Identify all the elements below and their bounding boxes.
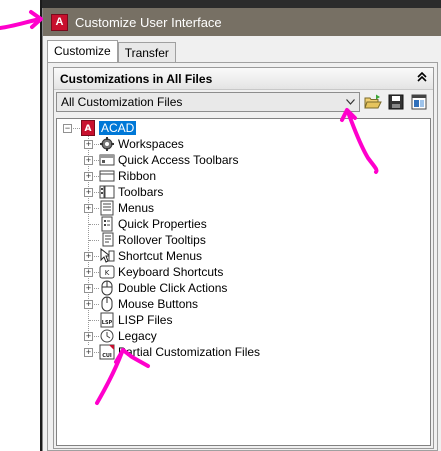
svg-text:A: A — [85, 124, 92, 134]
save-button[interactable] — [386, 92, 406, 112]
chevron-down-icon[interactable] — [346, 97, 355, 108]
keyboard-shortcuts-icon: K — [99, 264, 115, 280]
file-toolbar: All Customization Files — [54, 90, 433, 114]
tree-item-mouse-buttons[interactable]: Mouse Buttons — [99, 296, 198, 312]
tree-expander[interactable]: + — [84, 268, 93, 277]
quick-properties-icon — [99, 216, 115, 232]
title-bar[interactable]: A Customize User Interface — [43, 8, 441, 36]
ribbon-icon — [99, 168, 115, 184]
double-click-actions-icon — [99, 280, 115, 296]
tree-item-label: Partial Customization Files — [118, 345, 261, 359]
tree-item-label: Ribbon — [118, 169, 157, 183]
tree-item-label: Quick Access Toolbars — [118, 153, 239, 167]
tree-item-label: Shortcut Menus — [118, 249, 203, 263]
rollover-tooltips-icon — [99, 232, 115, 248]
svg-text:LSP: LSP — [102, 320, 113, 326]
tree-expander[interactable]: + — [84, 252, 93, 261]
open-folder-icon — [364, 94, 382, 109]
tree-item-quick-access-toolbars[interactable]: Quick Access Toolbars — [99, 152, 239, 168]
tab-strip: Customize Transfer — [43, 40, 441, 62]
shortcut-menus-icon — [99, 248, 115, 264]
tree-item-label: Workspaces — [118, 137, 184, 151]
lisp-files-icon: LSP — [99, 312, 115, 328]
tree-item-double-click-actions[interactable]: Double Click Actions — [99, 280, 227, 296]
tree-expander[interactable]: + — [84, 188, 93, 197]
customizations-group: Customizations in All Files All Customiz… — [53, 67, 434, 449]
autocad-app-icon: A — [51, 13, 68, 31]
background-edge — [0, 0, 42, 451]
menus-icon — [99, 200, 115, 216]
customize-user-interface-window: A Customize User Interface Customize Tra… — [42, 8, 441, 451]
tree-item-label: Rollover Tooltips — [118, 233, 206, 247]
tree-root-acad[interactable]: A ACAD — [80, 120, 137, 136]
partial-customization-files-icon: CUI — [99, 344, 115, 360]
tree-item-label: Keyboard Shortcuts — [118, 265, 224, 279]
mouse-buttons-icon — [99, 296, 115, 312]
tab-customize[interactable]: Customize — [47, 40, 118, 62]
tree-expander[interactable]: + — [84, 204, 93, 213]
quick-access-toolbars-icon — [99, 152, 115, 168]
collapse-icon[interactable] — [417, 71, 427, 85]
svg-text:CUI: CUI — [102, 353, 112, 359]
tree-root-label: ACAD — [99, 121, 137, 135]
dropdown-value: All Customization Files — [61, 95, 183, 109]
tree-item-partial-customization-files[interactable]: CUI Partial Customization Files — [99, 344, 260, 360]
customization-file-select[interactable]: All Customization Files — [56, 92, 360, 112]
tree-expander[interactable]: + — [84, 332, 93, 341]
tree-item-label: Mouse Buttons — [118, 297, 199, 311]
tree-item-quick-properties[interactable]: Quick Properties — [99, 216, 207, 232]
open-file-button[interactable] — [363, 92, 383, 112]
window-title: Customize User Interface — [75, 14, 222, 30]
tree-expander[interactable]: + — [84, 172, 93, 181]
tree-item-menus[interactable]: Menus — [99, 200, 154, 216]
tree-item-label: Menus — [118, 201, 155, 215]
tree-item-label: Toolbars — [118, 185, 164, 199]
tree-item-label: LISP Files — [118, 313, 173, 327]
root-expander[interactable]: − — [63, 124, 72, 133]
svg-text:K: K — [105, 269, 110, 277]
tree-expander[interactable]: + — [84, 300, 93, 309]
tree-expander[interactable]: + — [84, 284, 93, 293]
tab-transfer[interactable]: Transfer — [117, 42, 176, 62]
tree-item-lisp-files[interactable]: LSP LISP Files — [99, 312, 172, 328]
tree-item-label: Legacy — [118, 329, 157, 343]
tree-item-workspaces[interactable]: Workspaces — [99, 136, 184, 152]
preview-icon — [411, 94, 427, 110]
tree-item-keyboard-shortcuts[interactable]: K Keyboard Shortcuts — [99, 264, 223, 280]
save-icon — [388, 94, 404, 110]
tree-expander[interactable]: + — [84, 140, 93, 149]
acad-file-icon: A — [80, 120, 96, 136]
customize-tab-panel: Customizations in All Files All Customiz… — [47, 62, 438, 451]
workspaces-icon — [99, 136, 115, 152]
tree-item-label: Quick Properties — [118, 217, 207, 231]
tree-item-toolbars[interactable]: Toolbars — [99, 184, 163, 200]
legacy-icon — [99, 328, 115, 344]
customization-tree: − A ACAD + Workspaces + Quick Access Toolba… — [56, 118, 431, 446]
tree-expander[interactable]: + — [84, 348, 93, 357]
group-header: Customizations in All Files — [54, 68, 433, 90]
preview-button[interactable] — [409, 92, 429, 112]
toolbars-icon — [99, 184, 115, 200]
group-title: Customizations in All Files — [60, 71, 213, 86]
tree-item-label: Double Click Actions — [118, 281, 228, 295]
tree-item-shortcut-menus[interactable]: Shortcut Menus — [99, 248, 202, 264]
tree-item-legacy[interactable]: Legacy — [99, 328, 157, 344]
tree-item-ribbon[interactable]: Ribbon — [99, 168, 156, 184]
tree-expander[interactable]: + — [84, 156, 93, 165]
tree-item-rollover-tooltips[interactable]: Rollover Tooltips — [99, 232, 206, 248]
